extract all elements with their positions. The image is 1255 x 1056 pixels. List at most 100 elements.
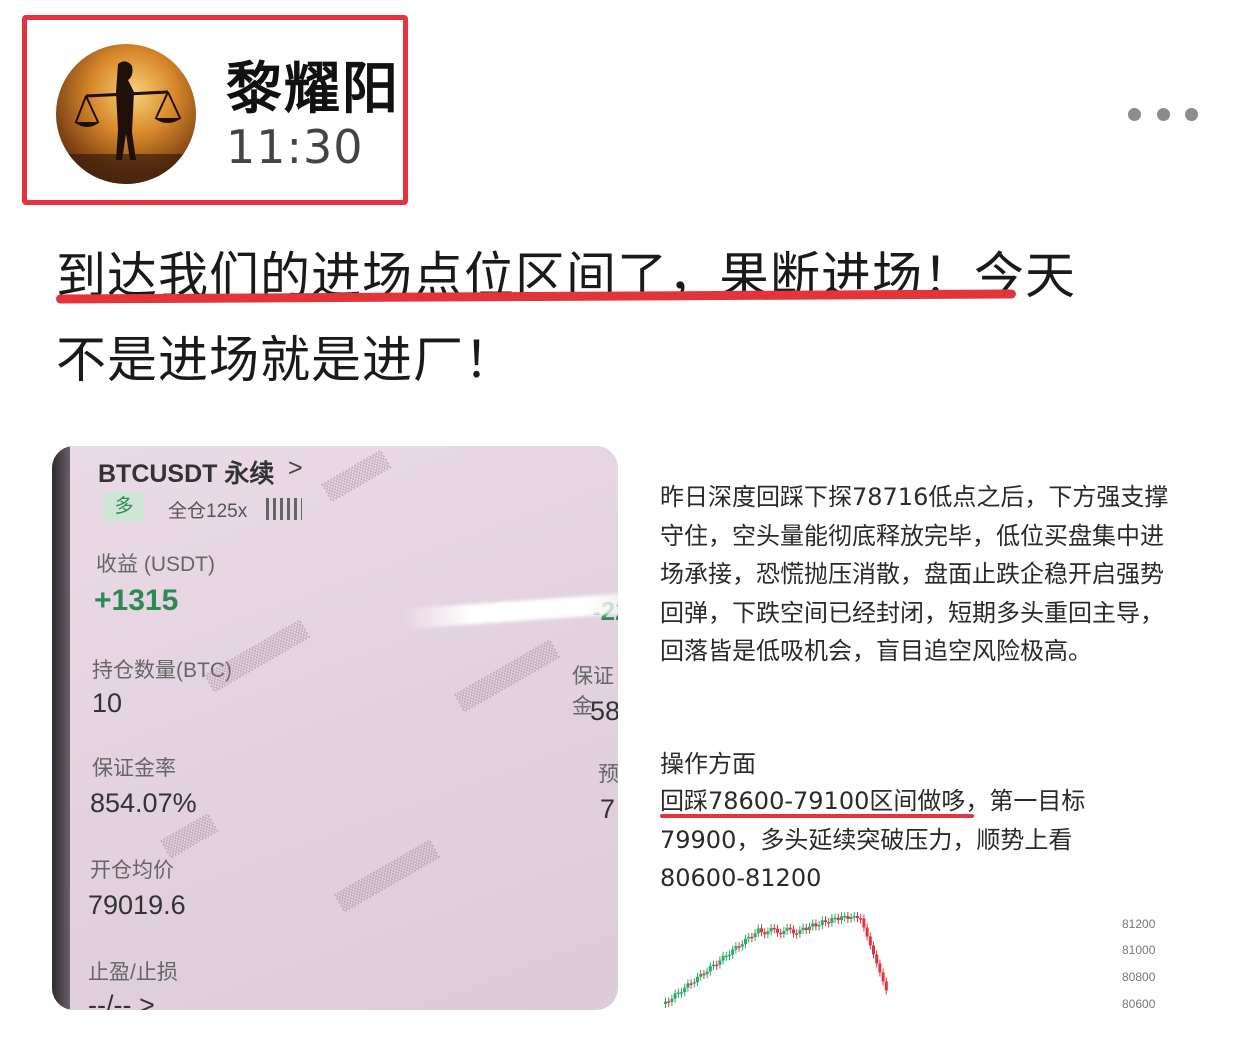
candle-body [836, 917, 840, 921]
leverage-label: 全仓125x [168, 501, 248, 522]
candle-body [734, 946, 738, 950]
y-tick-label: 81000 [1122, 943, 1156, 957]
y-tick-label: 80800 [1122, 970, 1156, 984]
watermark: ▒▒▒▒▒▒▒▒ [454, 639, 561, 714]
candle-body [766, 931, 770, 935]
candle-body [712, 964, 715, 967]
candle-body [878, 963, 882, 973]
candle-body [788, 927, 792, 930]
candle-body [856, 916, 859, 919]
operation-highlight: 回踩78600-79100区间做哆 [660, 787, 966, 815]
candle-body [840, 916, 843, 921]
candle-body [820, 920, 824, 925]
candle-body [776, 928, 779, 933]
watermark: ▒▒▒▒▒▒▒▒ [334, 839, 441, 914]
candle-body [801, 927, 805, 931]
candle-body [705, 971, 709, 975]
watermark: ▒▒▒▒ [160, 813, 219, 860]
candle-body [849, 917, 853, 919]
candle-body [846, 916, 850, 919]
candle-body [827, 922, 831, 924]
candle-body [763, 932, 767, 935]
candle-body [859, 918, 863, 920]
candle-body [686, 983, 690, 988]
candle-body [740, 944, 744, 947]
candle-body [689, 983, 693, 985]
candle-body [670, 998, 674, 1002]
est-col-value: 7 [600, 794, 616, 824]
candle-body [744, 938, 747, 945]
candle-body [699, 973, 703, 977]
operation-text: 回踩78600-79100区间做哆，第一目标79900，多头延续突破压力，顺势上… [660, 782, 1130, 898]
candle-body [664, 1001, 667, 1004]
candle-body [795, 933, 799, 935]
entry-value: 79019.6 [88, 890, 186, 920]
avatar[interactable] [56, 44, 196, 184]
candles-group [664, 912, 888, 1008]
candle-body [824, 920, 827, 923]
operation-heading: 操作方面 [660, 750, 756, 778]
tpsl-value: --/-- > [88, 990, 155, 1010]
candle-body [683, 987, 687, 993]
candle-body [718, 960, 722, 965]
avatar-balance-scale-icon [56, 61, 196, 184]
dot-icon [1185, 107, 1198, 121]
candle-body [833, 917, 837, 920]
pnl-label: 收益 (USDT) [96, 553, 215, 576]
candle-body [862, 918, 866, 928]
entry-label: 开仓均价 [90, 859, 174, 882]
candle-body [804, 927, 808, 931]
candle-body [667, 1001, 671, 1003]
candle-body [724, 955, 728, 958]
more-options-icon[interactable] [1128, 100, 1198, 128]
candle-body [680, 992, 683, 994]
bars-icon [266, 498, 302, 520]
y-tick-label: 81200 [1122, 917, 1156, 931]
pnl-value: +1315 [94, 584, 179, 617]
candle-body [782, 930, 786, 935]
candle-body [852, 916, 856, 918]
candle-body [731, 949, 735, 955]
candle-body [715, 964, 719, 967]
chevron-right-icon: > [288, 454, 303, 482]
candle-body [881, 972, 885, 982]
position-screenshot-image[interactable]: BTCUSDT 永续 > 多 全仓125x 收益 (USDT) +1315 -2… [52, 446, 618, 1010]
candle-body [830, 917, 834, 923]
candle-body [872, 945, 875, 955]
tpsl-label: 止盈/止损 [88, 961, 178, 984]
candle-body [721, 955, 725, 961]
post-text-line: 不是进场就是进厂！ [56, 331, 515, 389]
candle-body [747, 936, 751, 939]
candle-body [865, 927, 869, 937]
candle-body [875, 954, 879, 964]
pair-title: BTCUSDT 永续 [98, 460, 275, 488]
candle-body [760, 928, 763, 933]
candle-body [843, 916, 847, 918]
candle-body [696, 976, 699, 983]
author-name[interactable]: 黎耀阳 [226, 44, 400, 125]
candle-body [769, 927, 773, 932]
margin-rate-label: 保证金率 [92, 757, 176, 780]
post-time: 11:30 [226, 120, 364, 174]
candle-body [811, 923, 815, 927]
est-col-label: 预 [598, 763, 618, 786]
candle-body [772, 927, 776, 930]
phone-edge [52, 446, 70, 1010]
margin-rate-value: 854.07% [90, 788, 197, 818]
watermark: ▒▒▒▒▒ [321, 450, 392, 503]
candle-body [785, 927, 789, 931]
candle-body [673, 993, 677, 999]
candle-body [868, 936, 872, 946]
candle-body [756, 928, 760, 934]
candle-body [728, 954, 731, 957]
screen-glare [401, 593, 618, 629]
post-text-line: 到达我们的进场点位区间了，果断进场！今天 [56, 247, 1076, 305]
candle-body [814, 923, 818, 927]
candle-body [676, 992, 680, 994]
candle-body [753, 933, 757, 938]
dot-icon [1128, 107, 1141, 121]
candle-body [792, 929, 795, 934]
candle-body [750, 936, 754, 939]
y-tick-label: 80600 [1122, 997, 1156, 1011]
mini-candle-chart: 81200 81000 80800 80600 [664, 912, 1156, 1011]
